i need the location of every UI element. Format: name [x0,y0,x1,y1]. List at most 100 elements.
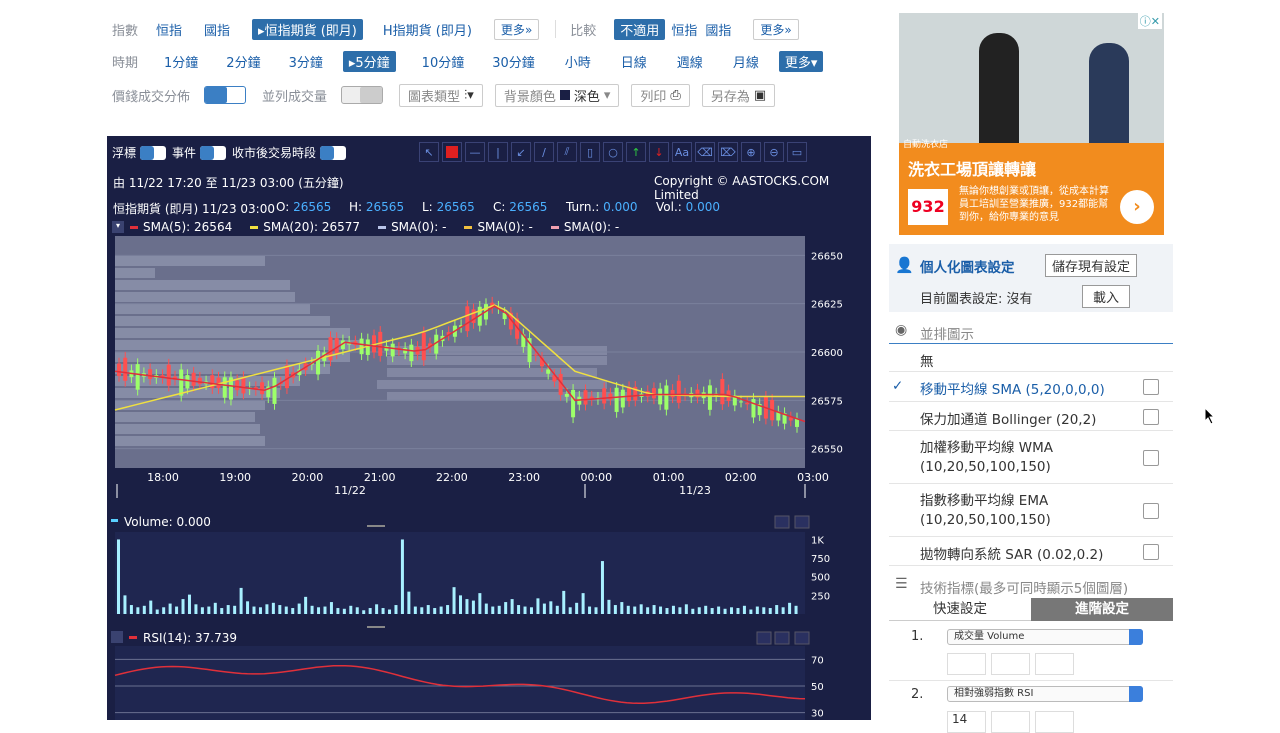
candle-body [620,389,625,408]
float-toggle[interactable] [140,145,167,160]
edit-icon[interactable] [1143,408,1159,425]
edit-icon[interactable] [1143,449,1159,466]
load-button[interactable]: 載入 [1082,285,1131,308]
vol-toggle[interactable] [341,86,384,104]
trendline-tool-icon[interactable]: ∕ [534,142,554,162]
indicator-2-param-2[interactable] [991,711,1030,733]
indicator-2-param-3[interactable] [1035,711,1074,733]
volume-bar [278,605,282,614]
period-30min[interactable]: 30分鐘 [492,52,535,71]
volume-bar [142,605,146,614]
ohlc-turnover: 0.000 [603,200,638,214]
volume-bar [452,587,456,614]
channel-tool-icon[interactable]: ⫽ [557,142,577,162]
period-5min[interactable]: ▸5分鐘 [342,50,396,72]
color-tool-icon[interactable] [442,142,462,162]
index-h-futures[interactable]: H指期貨 (即月) [383,20,472,39]
overlay-item[interactable]: 無 [889,344,1173,372]
zoom-in-tool-icon[interactable]: ⊕ [741,142,761,162]
zoom-out-tool-icon[interactable]: ⊖ [764,142,784,162]
overlay-item[interactable]: 拋物轉向系統 SAR (0.02,0.2) [889,537,1173,566]
edit-icon[interactable] [1143,379,1159,395]
print-icon: ⎙ [670,87,681,103]
vline-tool-icon[interactable]: | [488,142,508,162]
compare-more-button[interactable]: 更多» [753,18,799,40]
tab-quick[interactable]: 快速設定 [889,598,1031,621]
index-hsi-futures[interactable]: ▸恒指期貨 (即月) [252,18,363,40]
indicator-1-param-3[interactable] [1035,653,1074,675]
after-hours-toggle[interactable] [320,145,347,160]
sma-legend-text: SMA(5): 26564 [143,220,233,234]
overlay-item[interactable]: 移動平均線 SMA (5,20,0,0,0) ✓ [889,372,1173,402]
ad-title: 洗衣工場頂讓轉讓 [908,160,1037,179]
edit-icon[interactable] [1143,543,1159,560]
volume-bar [762,607,766,614]
candle-body [334,338,339,354]
down-arrow-tool-icon[interactable]: ↓ [649,142,669,162]
volume-bar [484,603,488,614]
overlay-item[interactable]: 指數移動平均線 EMA (10,20,50,100,150) [889,484,1173,537]
period-day[interactable]: 日線 [621,52,647,71]
save-current-button[interactable]: 儲存現有設定 [1045,254,1138,277]
period-more-button[interactable]: 更多▾ [778,50,824,72]
overlay-item[interactable]: 保力加通道 Bollinger (20,2) [889,402,1173,431]
compare-hsi[interactable]: 恒指 [671,20,697,39]
period-3min[interactable]: 3分鐘 [289,52,323,71]
overlay-label: 無 [920,354,934,370]
period-hour[interactable]: 小時 [565,52,591,71]
candle-body [658,388,663,405]
period-month[interactable]: 月線 [733,52,759,71]
volume-header [107,514,871,530]
save-as-button[interactable]: 另存為 ▣ [701,83,776,107]
indicator-1-param-2[interactable] [991,653,1030,675]
event-toggle[interactable] [200,145,227,160]
up-arrow-tool-icon[interactable]: ↑ [626,142,646,162]
indicator-1-select[interactable]: 成交量 Volume [947,629,1143,645]
indicator-2-select[interactable]: 相對強弱指數 RSI [947,686,1143,702]
ad-next-icon[interactable]: › [1120,190,1154,224]
after-hours-label: 收市後交易時段 [232,146,317,160]
indicator-1-param-1[interactable] [947,653,986,675]
edit-icon[interactable] [1143,502,1159,519]
candle-body [135,364,140,390]
print-button[interactable]: 列印 ⎙ [631,83,690,107]
cursor-tool-icon[interactable]: ↖ [419,142,439,162]
period-10min[interactable]: 10分鐘 [422,52,465,71]
x-tick-label: 19:00 [219,471,251,484]
index-hsi[interactable]: 恒指 [156,20,182,39]
index-more-button[interactable]: 更多» [493,18,540,40]
compare-none[interactable]: 不適用 [614,18,666,40]
candle-body [707,385,712,410]
ad-banner[interactable]: ⓘ✕ 自動洗衣店 洗衣工場頂讓轉讓 932 無論你想創業或頂讓，從成本計算員工培… [899,13,1164,235]
ad-close-icon[interactable]: ⓘ✕ [1137,13,1162,29]
period-week[interactable]: 週線 [677,52,703,71]
y-tick-label: 26625 [811,300,843,311]
legend-collapse-icon[interactable]: ▾ [112,221,124,233]
ohlc-low: 26565 [436,200,475,214]
dist-toggle[interactable] [204,86,247,104]
tab-advanced[interactable]: 進階設定 [1031,598,1173,621]
hline-tool-icon[interactable]: — [465,142,485,162]
x-tick-label: 03:00 [797,471,829,484]
volume-bar [407,591,411,614]
volume-bar [329,602,333,614]
text-tool-icon[interactable]: Aa [672,142,692,162]
period-1min[interactable]: 1分鐘 [164,52,198,71]
indicator-2-param-1[interactable]: 14 [947,711,986,733]
overlay-item[interactable]: 加權移動平均線 WMA (10,20,50,100,150) [889,431,1173,484]
period-2min[interactable]: 2分鐘 [226,52,260,71]
rect-tool-icon[interactable]: ▯ [580,142,600,162]
distribution-bar [387,368,597,377]
compare-hscei[interactable]: 國指 [705,20,731,39]
erase-all-tool-icon[interactable]: ⌦ [718,142,738,162]
chart-type-button[interactable]: 圖表類型 ⫶▾ [399,83,483,107]
scroll-tool-icon[interactable]: ▭ [787,142,807,162]
ellipse-tool-icon[interactable]: ○ [603,142,623,162]
check-icon: ✓ [892,378,904,394]
arrow-line-tool-icon[interactable]: ↙ [511,142,531,162]
index-hscei[interactable]: 國指 [204,20,230,39]
volume-bar [562,590,566,614]
eraser-tool-icon[interactable]: ⌫ [695,142,715,162]
bg-color-button[interactable]: 背景顏色 深色 ▾ [494,83,620,107]
volume-bar [213,602,217,614]
